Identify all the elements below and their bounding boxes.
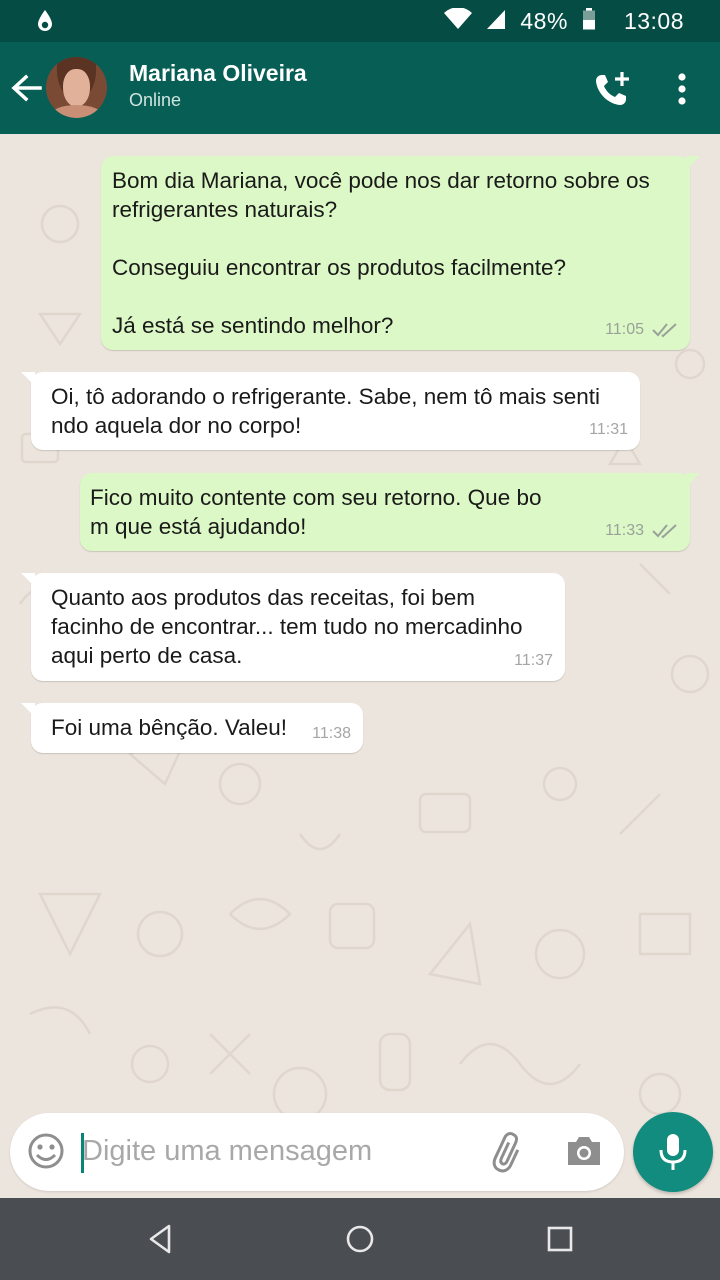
message-time: 11:33: [605, 522, 644, 539]
back-arrow-icon: [11, 74, 42, 102]
overflow-menu-button[interactable]: [668, 72, 696, 106]
contact-name[interactable]: Mariana Oliveira: [129, 60, 307, 87]
message-meta: 11:37: [514, 646, 553, 675]
battery-percent: 48%: [520, 7, 568, 34]
attach-icon: [492, 1132, 520, 1173]
back-triangle-icon: [149, 1224, 171, 1254]
message-text: Fico muito contente com seu retorno. Que…: [90, 485, 542, 539]
message-meta: 11:38: [312, 719, 351, 748]
message-time: 11:31: [589, 421, 628, 438]
battery-icon: [582, 7, 596, 35]
status-indicators: 48% 13:08: [444, 0, 684, 42]
attach-button[interactable]: [488, 1131, 530, 1173]
more-vert-icon: [678, 73, 686, 105]
system-nav-bar: [0, 1198, 720, 1280]
wifi-icon: [444, 6, 473, 35]
message-bubble-incoming[interactable]: Quanto aos produtos das receitas, foi be…: [21, 573, 565, 681]
recents-square-icon: [547, 1226, 573, 1252]
message-bubble-outgoing[interactable]: Bom dia Mariana, você pode nos dar retor…: [101, 156, 700, 350]
clock: 13:08: [623, 7, 684, 34]
message-meta: 11:33: [605, 516, 678, 545]
nav-recents-button[interactable]: [543, 1222, 577, 1256]
message-meta: 11:31: [589, 415, 628, 444]
double-check-icon: [652, 322, 677, 337]
avatar[interactable]: [46, 57, 107, 118]
emoji-icon: [28, 1133, 64, 1169]
message-text: Foi uma bênção. Valeu!: [51, 715, 287, 740]
message-bubble-incoming[interactable]: Foi uma bênção. Valeu! 11:38: [21, 703, 363, 753]
nav-home-button[interactable]: [343, 1222, 377, 1256]
message-text: Bom dia Mariana, você pode nos dar retor…: [112, 168, 650, 338]
message-time: 11:05: [605, 321, 644, 338]
back-button[interactable]: [10, 68, 46, 108]
message-text: Oi, tô adorando o refrigerante. Sabe, ne…: [51, 384, 601, 438]
message-bubble-incoming[interactable]: Oi, tô adorando o refrigerante. Sabe, ne…: [21, 372, 640, 450]
message-text: Quanto aos produtos das receitas, foi be…: [51, 585, 523, 668]
message-time: 11:38: [312, 725, 351, 742]
home-circle-icon: [346, 1225, 374, 1253]
signal-icon: [486, 8, 506, 35]
mic-icon: [659, 1134, 687, 1170]
add-call-button[interactable]: [592, 70, 632, 110]
camera-icon: [568, 1137, 600, 1165]
message-time: 11:37: [514, 652, 553, 669]
camera-button[interactable]: [564, 1131, 604, 1171]
double-check-icon: [652, 523, 677, 538]
message-composer: [10, 1113, 624, 1191]
add-call-icon: [596, 72, 629, 105]
chat-area[interactable]: Bom dia Mariana, você pode nos dar retor…: [0, 134, 720, 1198]
message-input[interactable]: [82, 1129, 482, 1173]
status-bar: 48% 13:08: [0, 0, 720, 42]
contact-status: Online: [129, 90, 182, 110]
message-bubble-outgoing[interactable]: Fico muito contente com seu retorno. Que…: [80, 473, 700, 551]
notification-drop-icon: [36, 9, 54, 38]
nav-back-button[interactable]: [144, 1222, 178, 1256]
emoji-button[interactable]: [26, 1131, 66, 1171]
message-meta: 11:05: [605, 315, 678, 344]
chat-header: Mariana Oliveira Online: [0, 42, 720, 134]
voice-message-button[interactable]: [633, 1112, 713, 1192]
